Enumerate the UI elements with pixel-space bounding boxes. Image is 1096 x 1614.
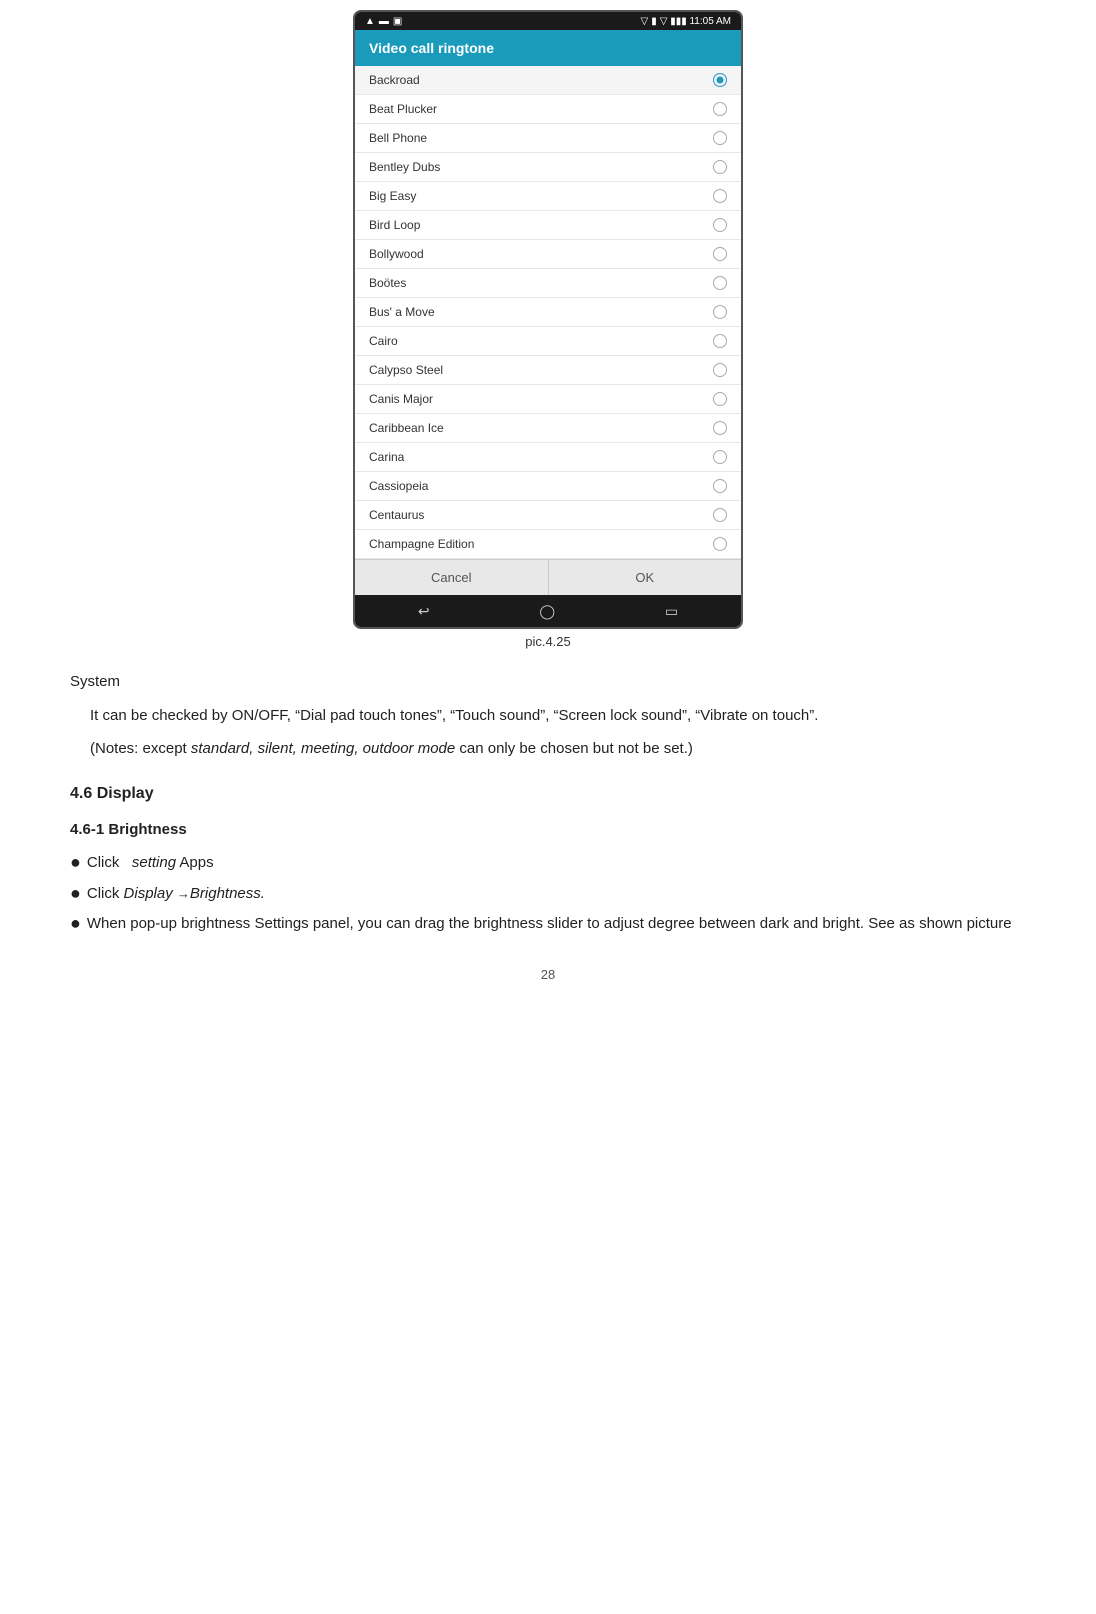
bullet-text-2: Click Display →Brightness. bbox=[87, 881, 265, 907]
notification-icon: ▣ bbox=[393, 16, 402, 27]
system-desc: It can be checked by ON/OFF, “Dial pad t… bbox=[70, 703, 1026, 729]
ringtone-name: Carina bbox=[369, 450, 404, 464]
notes-text: (Notes: except standard, silent, meeting… bbox=[70, 736, 1026, 762]
ringtone-name: Bus' a Move bbox=[369, 305, 435, 319]
bullet-dot-2: ● bbox=[70, 881, 81, 906]
ok-button[interactable]: OK bbox=[549, 560, 742, 595]
time-display: ▽ ▮▮▮ 11:05 AM bbox=[660, 16, 731, 27]
recents-icon[interactable]: ▭ bbox=[665, 603, 678, 620]
radio-unselected-icon bbox=[713, 450, 727, 464]
page-number: 28 bbox=[60, 967, 1036, 982]
video-call-ringtone-dialog: Video call ringtone Backroad Beat Plucke… bbox=[355, 30, 741, 595]
signal-icon: ▲ bbox=[365, 16, 375, 27]
section-46-title: 4.6 Display bbox=[70, 780, 1026, 807]
dialog-buttons: Cancel OK bbox=[355, 559, 741, 595]
list-item[interactable]: Champagne Edition bbox=[355, 530, 741, 559]
phone-nav-bar: ↩ ◯ ▭ bbox=[355, 595, 741, 627]
status-bar: ▲ ▬ ▣ ▽ ▮ ▽ ▮▮▮ 11:05 AM bbox=[355, 12, 741, 30]
list-item[interactable]: Beat Plucker bbox=[355, 95, 741, 124]
radio-unselected-icon bbox=[713, 189, 727, 203]
ringtone-name: Beat Plucker bbox=[369, 102, 437, 116]
doc-content: System It can be checked by ON/OFF, “Dia… bbox=[60, 669, 1036, 937]
list-item[interactable]: Cairo bbox=[355, 327, 741, 356]
ringtone-name: Cairo bbox=[369, 334, 398, 348]
radio-unselected-icon bbox=[713, 537, 727, 551]
ringtone-name: Bentley Dubs bbox=[369, 160, 440, 174]
list-item[interactable]: Backroad bbox=[355, 66, 741, 95]
status-right-icons: ▽ ▮ ▽ ▮▮▮ 11:05 AM bbox=[641, 16, 731, 27]
list-item[interactable]: Centaurus bbox=[355, 501, 741, 530]
notes-italic: standard, silent, meeting, outdoor mode bbox=[191, 740, 455, 757]
system-label-text: System bbox=[70, 673, 120, 690]
bullet-item-2: ● Click Display →Brightness. bbox=[70, 881, 1026, 907]
bullet-text-1: Click setting Apps bbox=[87, 850, 214, 876]
ringtone-name: Big Easy bbox=[369, 189, 416, 203]
ringtone-name: Cassiopeia bbox=[369, 479, 428, 493]
list-item[interactable]: Boötes bbox=[355, 269, 741, 298]
subsection-461-title: 4.6-1 Brightness bbox=[70, 817, 1026, 843]
ringtone-name: Bollywood bbox=[369, 247, 424, 261]
ringtone-name: Bird Loop bbox=[369, 218, 420, 232]
list-item[interactable]: Bentley Dubs bbox=[355, 153, 741, 182]
battery-icon: ▮ bbox=[651, 16, 657, 27]
ringtone-name: Champagne Edition bbox=[369, 537, 474, 551]
bullet-item-1: ● Click setting Apps bbox=[70, 850, 1026, 876]
signal-strength-icon: ▽ bbox=[641, 16, 649, 27]
bullet-dot-1: ● bbox=[70, 850, 81, 875]
status-left-icons: ▲ ▬ ▣ bbox=[365, 16, 402, 27]
ringtone-name: Bell Phone bbox=[369, 131, 427, 145]
list-item[interactable]: Bell Phone bbox=[355, 124, 741, 153]
back-icon[interactable]: ↩ bbox=[418, 603, 430, 620]
dialog-title: Video call ringtone bbox=[355, 30, 741, 66]
radio-unselected-icon bbox=[713, 160, 727, 174]
radio-unselected-icon bbox=[713, 218, 727, 232]
radio-unselected-icon bbox=[713, 334, 727, 348]
system-label: System bbox=[70, 669, 1026, 695]
screenshot-wrapper: ▲ ▬ ▣ ▽ ▮ ▽ ▮▮▮ 11:05 AM Video call ring… bbox=[60, 10, 1036, 661]
page-container: ▲ ▬ ▣ ▽ ▮ ▽ ▮▮▮ 11:05 AM Video call ring… bbox=[0, 0, 1096, 1022]
ringtone-name: Calypso Steel bbox=[369, 363, 443, 377]
list-item[interactable]: Bollywood bbox=[355, 240, 741, 269]
radio-unselected-icon bbox=[713, 305, 727, 319]
wifi-icon: ▬ bbox=[379, 16, 389, 27]
radio-unselected-icon bbox=[713, 392, 727, 406]
radio-unselected-icon bbox=[713, 479, 727, 493]
bullet-text-3: When pop-up brightness Settings panel, y… bbox=[87, 911, 1012, 937]
list-item[interactable]: Caribbean Ice bbox=[355, 414, 741, 443]
radio-unselected-icon bbox=[713, 102, 727, 116]
list-item[interactable]: Bird Loop bbox=[355, 211, 741, 240]
radio-selected-icon bbox=[713, 73, 727, 87]
ringtone-list: Backroad Beat Plucker Bell Phone Bentley… bbox=[355, 66, 741, 559]
list-item[interactable]: Canis Major bbox=[355, 385, 741, 414]
radio-unselected-icon bbox=[713, 363, 727, 377]
list-item[interactable]: Carina bbox=[355, 443, 741, 472]
ringtone-name: Caribbean Ice bbox=[369, 421, 444, 435]
ringtone-name: Centaurus bbox=[369, 508, 424, 522]
ringtone-name: Backroad bbox=[369, 73, 420, 87]
bullet-dot-3: ● bbox=[70, 911, 81, 936]
pic-caption: pic.4.25 bbox=[525, 634, 571, 649]
radio-unselected-icon bbox=[713, 421, 727, 435]
list-item[interactable]: Big Easy bbox=[355, 182, 741, 211]
ringtone-name: Boötes bbox=[369, 276, 406, 290]
cancel-button[interactable]: Cancel bbox=[355, 560, 549, 595]
list-item[interactable]: Calypso Steel bbox=[355, 356, 741, 385]
radio-unselected-icon bbox=[713, 276, 727, 290]
radio-unselected-icon bbox=[713, 247, 727, 261]
radio-unselected-icon bbox=[713, 131, 727, 145]
list-item[interactable]: Cassiopeia bbox=[355, 472, 741, 501]
system-desc-text: It can be checked by ON/OFF, “Dial pad t… bbox=[90, 707, 818, 724]
home-icon[interactable]: ◯ bbox=[539, 603, 555, 620]
list-item[interactable]: Bus' a Move bbox=[355, 298, 741, 327]
ringtone-name: Canis Major bbox=[369, 392, 433, 406]
bullet-item-3: ● When pop-up brightness Settings panel,… bbox=[70, 911, 1026, 937]
phone-frame: ▲ ▬ ▣ ▽ ▮ ▽ ▮▮▮ 11:05 AM Video call ring… bbox=[353, 10, 743, 629]
radio-unselected-icon bbox=[713, 508, 727, 522]
